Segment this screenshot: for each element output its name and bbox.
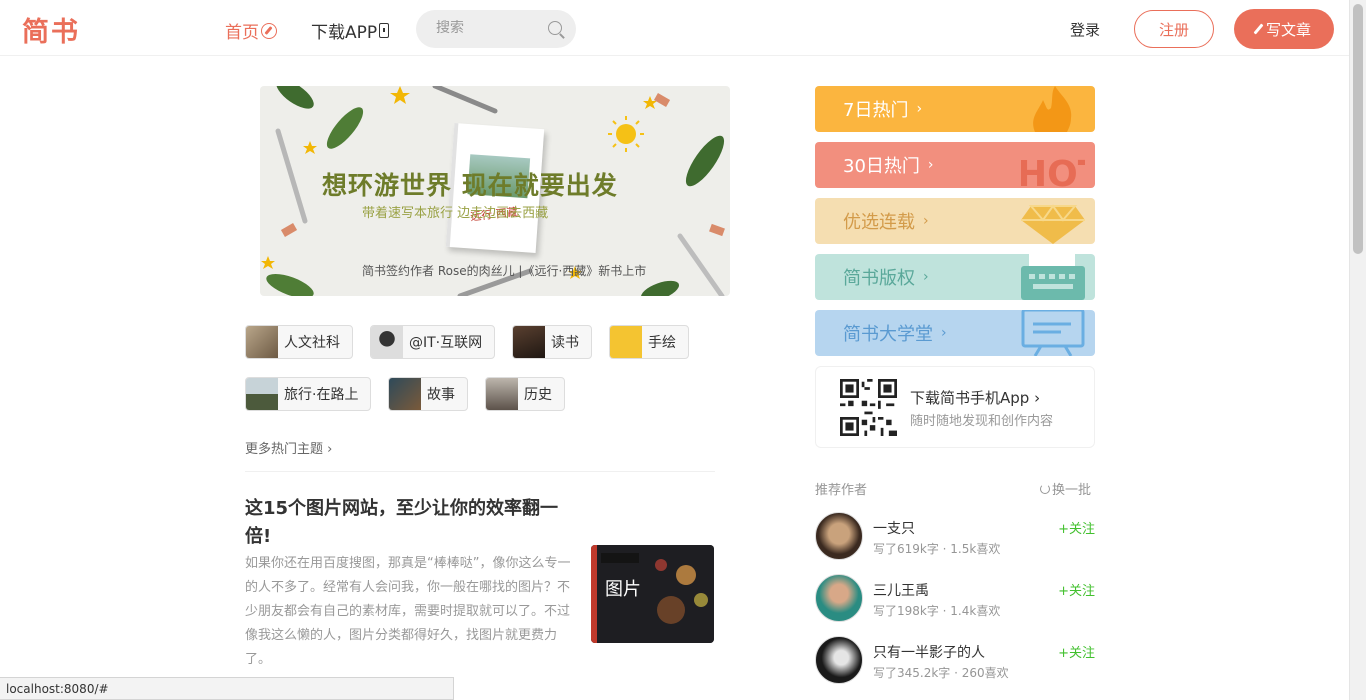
article-title[interactable]: 这15个图片网站，至少让你的效率翻一倍! [245, 495, 575, 551]
login-link[interactable]: 登录 [1070, 19, 1100, 40]
topic-label: 旅行·在路上 [284, 387, 359, 403]
topic-label: 人文社科 [284, 335, 340, 351]
author-name[interactable]: 只有一半影子的人 [873, 642, 985, 662]
reading-thumb [513, 326, 545, 358]
banner-subtitle: 带着速写本旅行 边走边画去西藏 [362, 206, 549, 221]
download-label: 下载APP [311, 23, 378, 43]
board-featured-serial[interactable]: 优选连载 › [815, 198, 1095, 244]
flame-icon [1033, 86, 1072, 132]
board-label: 简书大学堂 [843, 324, 933, 345]
humanities-thumb [246, 326, 278, 358]
board-icon [1021, 310, 1085, 356]
story-thumb [389, 378, 421, 410]
pen-icon [1253, 23, 1264, 35]
board-label: 7日热门 [843, 100, 909, 121]
scrollbar-thumb[interactable] [1353, 4, 1363, 254]
chevron-right-icon: › [923, 213, 929, 229]
app-card-subtitle: 随时随地发现和创作内容 [910, 414, 1054, 429]
avatar[interactable] [815, 574, 863, 622]
board-university[interactable]: 简书大学堂 › [815, 310, 1095, 356]
signup-button[interactable]: 注册 [1134, 10, 1214, 48]
topic-label: 读书 [551, 335, 579, 351]
write-article-button[interactable]: 写文章 [1234, 9, 1334, 49]
refresh-icon [1040, 483, 1050, 494]
diamond-icon [1021, 204, 1085, 244]
follow-button[interactable]: +关注 [1058, 642, 1095, 661]
topic-label: 故事 [427, 387, 455, 403]
write-label: 写文章 [1265, 20, 1311, 39]
search-icon[interactable] [548, 21, 562, 35]
board-7day-hot[interactable]: 7日热门 › [815, 86, 1095, 132]
author-stats: 写了619k字 · 1.5k喜欢 [873, 542, 1001, 556]
author-item: 一支只 写了619k字 · 1.5k喜欢 +关注 [815, 512, 1095, 562]
topic-travel[interactable]: 旅行·在路上 [245, 377, 372, 411]
topic-label: 手绘 [648, 335, 676, 351]
follow-button[interactable]: +关注 [1058, 580, 1095, 599]
avatar[interactable] [815, 512, 863, 560]
author-stats: 写了198k字 · 1.4k喜欢 [873, 604, 1001, 618]
app-download-card[interactable]: 下载简书手机App › 随时随地发现和创作内容 [815, 366, 1095, 448]
refresh-label: 换一批 [1052, 483, 1092, 498]
app-card-title-label: 下载简书手机App [910, 389, 1030, 407]
topic-reading[interactable]: 读书 [512, 325, 592, 359]
scrollbar[interactable] [1349, 0, 1366, 700]
compass-icon [261, 22, 277, 39]
nav-home[interactable]: 首页 [225, 18, 277, 43]
qr-code-icon [840, 379, 897, 436]
more-topics-link[interactable]: 更多热门主题 › [245, 438, 332, 457]
article-thumbnail[interactable]: 图片 [591, 545, 714, 643]
status-bar-url: localhost:8080/# [0, 677, 454, 700]
board-30day-hot[interactable]: 30日热门 › HOT [815, 142, 1095, 188]
article-thumbnail-image: 图片 [591, 545, 714, 643]
article-abstract: 如果你还在用百度搜图，那真是“棒棒哒”，像你这么专一的人不多了。经常有人会问我，… [245, 556, 571, 667]
travel-thumb [246, 378, 278, 410]
hot-icon: HOT [1021, 154, 1085, 188]
history-thumb [486, 378, 518, 410]
chevron-right-icon: › [923, 269, 929, 285]
nav-download-app[interactable]: 下载APP [311, 18, 390, 43]
topic-history[interactable]: 历史 [485, 377, 565, 411]
topic-humanities[interactable]: 人文社科 [245, 325, 353, 359]
phone-icon [379, 23, 390, 38]
typewriter-icon [1021, 254, 1085, 300]
author-name[interactable]: 三儿王禹 [873, 580, 929, 600]
search-input[interactable] [436, 20, 546, 36]
board-copyright[interactable]: 简书版权 › [815, 254, 1095, 300]
chevron-right-icon: › [916, 101, 923, 117]
drawing-thumb [610, 326, 642, 358]
navbar: 简书 首页 下载APP 登录 注册 写文章 [0, 0, 1349, 56]
chevron-right-icon: › [927, 157, 934, 173]
author-item: 三儿王禹 写了198k字 · 1.4k喜欢 +关注 [815, 574, 1095, 624]
app-card-title: 下载简书手机App › [910, 389, 1041, 407]
logo[interactable]: 简书 [22, 10, 80, 49]
author-name[interactable]: 一支只 [873, 518, 915, 538]
it-thumb [371, 326, 403, 358]
author-stats: 写了345.2k字 · 260喜欢 [873, 666, 1009, 680]
topic-drawing[interactable]: 手绘 [609, 325, 689, 359]
topic-story[interactable]: 故事 [388, 377, 468, 411]
home-label: 首页 [225, 23, 259, 43]
board-label: 简书版权 [843, 268, 915, 289]
thumb-text: 图片 [605, 579, 641, 600]
divider [245, 471, 715, 472]
board-label: 30日热门 [843, 156, 920, 177]
banner-caption: 简书签约作者 Rose的肉丝儿 |《远行·西藏》新书上市 [362, 264, 647, 278]
recommend-authors-label: 推荐作者 [815, 483, 868, 498]
board-label: 优选连载 [843, 212, 915, 233]
avatar[interactable] [815, 636, 863, 684]
topic-label: @IT·互联网 [409, 335, 483, 351]
hot-text: HOT [1021, 154, 1085, 188]
more-topics-label: 更多热门主题 [245, 442, 324, 457]
search-box [416, 10, 576, 48]
author-item: 只有一半影子的人 写了345.2k字 · 260喜欢 +关注 [815, 636, 1095, 686]
follow-button[interactable]: +关注 [1058, 518, 1095, 537]
refresh-authors-button[interactable]: 换一批 [1040, 479, 1091, 498]
topic-label: 历史 [524, 387, 552, 403]
banner-carousel[interactable]: 远行·西藏 想环游世界 现在就要出发 带着速写本旅行 边走边画去西藏 简书签约作… [260, 86, 730, 296]
topic-it[interactable]: @IT·互联网 [370, 325, 496, 359]
chevron-right-icon: › [941, 325, 947, 341]
banner-title: 想环游世界 现在就要出发 [322, 171, 618, 200]
